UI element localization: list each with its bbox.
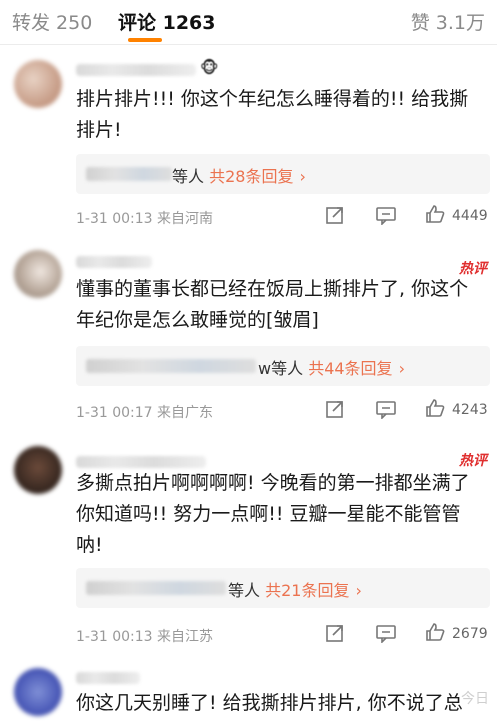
comment-text: 你这几天别睡了! 给我撕排片排片, 你不说了总 [76, 692, 463, 714]
share-icon[interactable] [325, 623, 345, 648]
user-name[interactable] [76, 256, 152, 268]
user-name[interactable] [76, 64, 196, 76]
reply-count: 共21条回复 [265, 581, 350, 600]
reply-summary[interactable]: 等人 共28条回复 › [76, 154, 490, 194]
reply-count: 共28条回复 [209, 167, 294, 186]
avatar[interactable] [14, 446, 62, 494]
comment-tabs: 转发 250 评论 1263 赞 3.1万 [0, 0, 497, 45]
chevron-right-icon: › [355, 581, 362, 600]
avatar[interactable] [14, 250, 62, 298]
avatar[interactable] [14, 60, 62, 108]
comment-text: 多撕点拍片啊啊啊啊! 今晚看的第一排都坐满了 你知道吗!! 努力一点啊!! 豆瓣… [76, 472, 470, 556]
user-name[interactable] [76, 456, 206, 468]
thumbs-up-icon[interactable] [424, 203, 446, 230]
like-count: 2679 [452, 626, 488, 642]
reply-users [86, 359, 256, 373]
reply-summary[interactable]: w等人 共44条回复 › [76, 346, 490, 386]
reply-link[interactable]: 等人 共28条回复 › [172, 163, 306, 187]
thumbs-up-icon[interactable] [424, 397, 446, 424]
comment-icon[interactable] [375, 399, 397, 424]
comment-item: 你这几天别睡了! 给我撕排片排片, 你不说了总 [0, 660, 497, 724]
active-tab-indicator [128, 38, 162, 42]
reply-users [86, 167, 172, 181]
share-icon[interactable] [325, 205, 345, 230]
comment-item: 🐵 排片排片!!! 你这个年纪怎么睡得着的!! 给我撕 排片! 等人 共28条回… [0, 50, 497, 240]
user-emoji-icon: 🐵 [200, 58, 219, 77]
chevron-right-icon: › [299, 167, 306, 186]
reply-link[interactable]: 等人 共21条回复 › [228, 577, 362, 601]
reply-users [86, 581, 226, 595]
comment-text: 排片排片!!! 你这个年纪怎么睡得着的!! 给我撕 排片! [76, 88, 469, 141]
comment-icon[interactable] [375, 623, 397, 648]
share-icon[interactable] [325, 399, 345, 424]
comment-item: 热评 多撕点拍片啊啊啊啊! 今晚看的第一排都坐满了 你知道吗!! 努力一点啊!!… [0, 436, 497, 656]
comment-icon[interactable] [375, 205, 397, 230]
comment-meta: 1-31 00:13 来自河南 [76, 211, 214, 227]
thumbs-up-icon[interactable] [424, 621, 446, 648]
user-name[interactable] [76, 672, 140, 684]
like-count: 4243 [452, 402, 488, 418]
comment-meta: 1-31 00:13 来自江苏 [76, 629, 214, 645]
tab-like[interactable]: 赞 3.1万 [411, 8, 485, 35]
chevron-right-icon: › [398, 359, 405, 378]
reply-link[interactable]: w等人 共44条回复 › [258, 355, 405, 379]
like-count: 4449 [452, 208, 488, 224]
hot-comment-badge: 热评 [459, 453, 487, 469]
comment-text: 懂事的董事长都已经在饭局上撕排片了, 你这个 年纪你是怎么敢睡觉的[皱眉] [76, 278, 469, 331]
reply-count: 共44条回复 [308, 359, 393, 378]
reply-summary[interactable]: 等人 共21条回复 › [76, 568, 490, 608]
tab-repost[interactable]: 转发 250 [12, 8, 92, 35]
watermark: 今日 [461, 691, 489, 707]
tab-comment[interactable]: 评论 1263 [118, 8, 216, 35]
comment-item: 热评 懂事的董事长都已经在饭局上撕排片了, 你这个 年纪你是怎么敢睡觉的[皱眉]… [0, 240, 497, 430]
comment-meta: 1-31 00:17 来自广东 [76, 405, 214, 421]
avatar[interactable] [14, 668, 62, 716]
